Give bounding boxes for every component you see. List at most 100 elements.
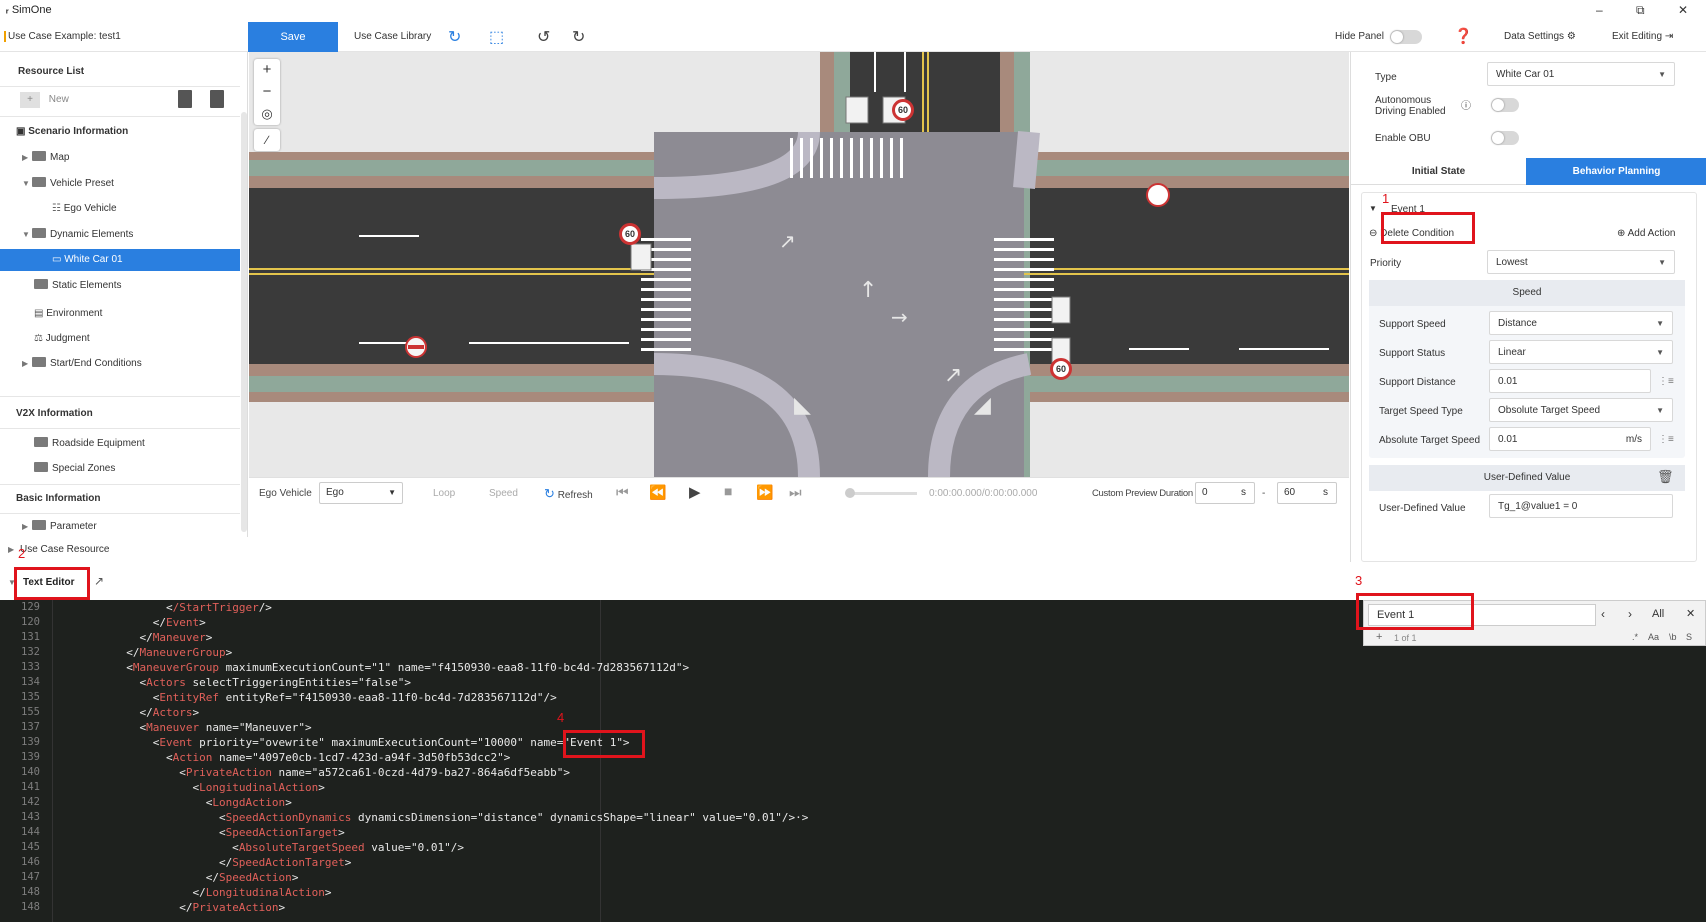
absolute-speed-input[interactable]: 0.01 m/s (1489, 427, 1651, 451)
code-line[interactable]: <LongitudinalAction> (60, 781, 324, 794)
support-distance-input[interactable]: 0.01 (1489, 369, 1651, 393)
find-previous-icon[interactable]: ‹ (1601, 607, 1605, 621)
word-toggle[interactable]: \b (1669, 632, 1677, 642)
code-line[interactable]: </Event> (60, 616, 206, 629)
tab-initial-state[interactable]: Initial State (1351, 158, 1526, 185)
tree-item-ego-vehicle[interactable]: ☷ Ego Vehicle (0, 198, 240, 220)
tree-item-dynamic-elements[interactable]: ▼ Dynamic Elements (0, 224, 240, 246)
redo-icon[interactable]: ↻ (572, 27, 585, 47)
support-speed-select[interactable]: Distance ▼ (1489, 311, 1673, 335)
step-back-icon[interactable]: ⏪ (649, 484, 666, 501)
screenshot-icon[interactable]: ⬚ (489, 27, 504, 47)
find-all-button[interactable]: All (1652, 608, 1664, 620)
obu-toggle[interactable] (1491, 131, 1519, 145)
code-line[interactable]: <AbsoluteTargetSpeed value="0.01"/> (60, 841, 464, 854)
tree-item-static-elements[interactable]: Static Elements (0, 275, 240, 297)
variable-icon[interactable]: ⋮≡ (1658, 376, 1674, 387)
code-line[interactable]: <Actors selectTriggeringEntities="false"… (60, 676, 411, 689)
code-line[interactable]: <Maneuver name="Maneuver"> (60, 721, 311, 734)
tree-item-start-end-conditions[interactable]: ▶ Start/End Conditions (0, 353, 240, 375)
edit-icon[interactable]: ↗ (94, 574, 104, 588)
exit-editing-button[interactable]: Exit Editing ⇥ (1612, 31, 1673, 42)
use-case-library-button[interactable]: Use Case Library (354, 31, 431, 42)
selection-toggle[interactable]: S (1686, 632, 1692, 642)
zoom-out-icon[interactable]: − (254, 81, 280, 103)
play-icon[interactable]: ▶ (689, 483, 701, 501)
autonomous-toggle[interactable] (1491, 98, 1519, 112)
target-speed-type-select[interactable]: Obsolute Target Speed ▼ (1489, 398, 1673, 422)
tree-item-map[interactable]: ▶ Map (0, 147, 240, 169)
basic-info-header[interactable]: Basic Information (0, 493, 240, 504)
code-line[interactable]: <Action name="4097e0cb-1cd7-423d-a94f-3d… (60, 751, 510, 764)
stop-icon[interactable]: ■ (724, 483, 732, 499)
preview-from-input[interactable]: 0 s (1195, 482, 1255, 504)
priority-select[interactable]: Lowest ▼ (1487, 250, 1675, 274)
code-line[interactable]: <LongdAction> (60, 796, 292, 809)
info-icon[interactable]: ⓘ (1461, 97, 1471, 112)
new-button[interactable]: + New (20, 92, 69, 108)
close-find-icon[interactable]: ✕ (1686, 607, 1695, 620)
tree-item-judgment[interactable]: ⚖ Judgment (0, 328, 240, 350)
copy-icon[interactable] (210, 90, 224, 108)
udv-input[interactable]: Tg_1@value1 = 0 (1489, 494, 1673, 518)
ruler-icon[interactable]: ∕ (254, 129, 280, 151)
code-line[interactable]: </PrivateAction> (60, 901, 285, 914)
code-line[interactable]: <ManeuverGroup maximumExecutionCount="1"… (60, 661, 689, 674)
replace-toggle-icon[interactable]: + (1376, 631, 1382, 643)
close-window-icon[interactable]: ✕ (1678, 3, 1688, 17)
center-view-icon[interactable]: ◎ (254, 103, 280, 125)
collapse-event-icon[interactable]: ▼ (1369, 204, 1377, 213)
code-line[interactable]: </Maneuver> (60, 631, 212, 644)
tree-item-white-car-01[interactable]: ▭ White Car 01 (0, 249, 240, 271)
code-line[interactable]: <EntityRef entityRef="f4150930-eaa8-11f0… (60, 691, 557, 704)
timeline-slider[interactable] (845, 488, 917, 498)
code-line[interactable]: </ManeuverGroup> (60, 646, 232, 659)
code-line[interactable]: <SpeedActionDynamics dynamicsDimension="… (60, 811, 808, 824)
hide-panel-toggle[interactable] (1390, 30, 1422, 44)
find-next-icon[interactable]: › (1628, 607, 1632, 621)
skip-end-icon[interactable]: ⏭ (789, 484, 802, 501)
tree-item-parameter[interactable]: ▶ Parameter (0, 518, 240, 536)
xml-code-editor[interactable]: 129 </StartTrigger/> 120 </Event> 131 </Ma… (0, 600, 1706, 922)
skip-start-icon[interactable]: ⏮ (616, 484, 629, 501)
support-status-select[interactable]: Linear ▼ (1489, 340, 1673, 364)
type-select[interactable]: White Car 01 ▼ (1487, 62, 1675, 86)
preview-to-input[interactable]: 60 s (1277, 482, 1337, 504)
delete-icon[interactable] (178, 90, 192, 108)
code-line[interactable]: </StartTrigger/> (60, 601, 272, 614)
code-line[interactable]: <SpeedActionTarget> (60, 826, 345, 839)
zoom-in-icon[interactable]: + (254, 59, 280, 81)
tree-item-vehicle-preset[interactable]: ▼ Vehicle Preset (0, 173, 240, 195)
ego-vehicle-select[interactable]: Ego ▼ (319, 482, 403, 504)
code-line[interactable]: </Actors> (60, 706, 199, 719)
v2x-info-header[interactable]: V2X Information (0, 408, 240, 419)
code-line[interactable]: </SpeedAction> (60, 871, 299, 884)
tree-item-roadside-equipment[interactable]: Roadside Equipment (0, 433, 240, 455)
add-action-button[interactable]: ⊕ Add Action (1617, 228, 1675, 239)
trash-icon[interactable]: 🗑 (1657, 469, 1674, 485)
slider-handle[interactable] (845, 488, 855, 498)
speed-button[interactable]: Speed (489, 488, 518, 499)
tab-behavior-planning[interactable]: Behavior Planning (1526, 158, 1706, 185)
code-line[interactable]: <Event priority="ovewrite" maximumExecut… (60, 736, 630, 749)
tree-item-environment[interactable]: ▤ Environment (0, 303, 240, 325)
save-button[interactable]: Save (248, 22, 338, 52)
regex-toggle[interactable]: .* (1632, 632, 1638, 642)
help-icon[interactable]: ❓ (1454, 27, 1473, 45)
scenario-map[interactable]: ↑ → ↗ ↗ ◣ ◢ 60 60 60 + − ◎ ∕ (249, 52, 1349, 477)
case-toggle[interactable]: Aa (1648, 632, 1659, 642)
code-line[interactable]: </SpeedActionTarget> (60, 856, 351, 869)
step-forward-icon[interactable]: ⏩ (756, 484, 773, 501)
data-settings-button[interactable]: Data Settings ⚙ (1504, 31, 1576, 42)
variable-icon[interactable]: ⋮≡ (1658, 434, 1674, 445)
tree-item-special-zones[interactable]: Special Zones (0, 458, 240, 480)
refresh-button[interactable]: ↻ Refresh (544, 486, 593, 502)
use-case-resource-bar[interactable]: ▶ Use Case Resource (0, 537, 1350, 563)
minimize-icon[interactable]: – (1596, 3, 1603, 17)
restore-icon[interactable]: ⧉ (1636, 3, 1645, 18)
undo-icon[interactable]: ↺ (537, 27, 550, 47)
loop-button[interactable]: Loop (433, 488, 455, 499)
panel-scrollbar[interactable] (241, 112, 247, 532)
code-line[interactable]: </LongitudinalAction> (60, 886, 331, 899)
reset-view-icon[interactable]: ↻ (448, 27, 461, 47)
